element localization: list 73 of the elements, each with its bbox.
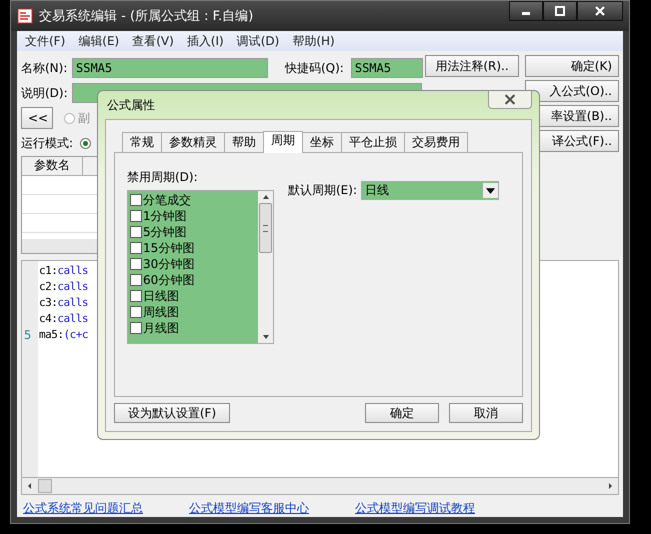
dialog-button[interactable]: 取消 — [449, 403, 523, 423]
menu-item[interactable]: 调试(D) — [232, 32, 288, 50]
side-button[interactable]: 入公式(O).. — [525, 80, 619, 102]
code-line: c4:calls — [39, 312, 88, 327]
checkbox[interactable] — [130, 306, 142, 318]
tab[interactable]: 交易费用 — [404, 132, 468, 152]
period-label: 1分钟图 — [143, 208, 187, 224]
document-icon — [17, 8, 33, 24]
period-label: 5分钟图 — [143, 224, 187, 240]
close-icon — [594, 6, 606, 16]
scroll-up-icon[interactable] — [262, 194, 270, 200]
checkbox[interactable] — [130, 274, 142, 286]
tab[interactable]: 常规 — [122, 132, 162, 152]
shortcut-field[interactable]: SSMA5 — [350, 58, 423, 78]
code-line: c1:calls — [39, 264, 88, 279]
help-link[interactable]: 公式模型编写客服中心 — [189, 500, 309, 517]
dropdown-arrow-icon — [486, 188, 495, 194]
name-label: 名称(N): — [21, 60, 68, 76]
checkbox[interactable] — [130, 290, 142, 302]
scroll-down-icon[interactable] — [262, 334, 270, 340]
column-header: 参数名 — [22, 157, 83, 175]
radio-label: 副 — [78, 110, 90, 126]
shortcut-label: 快捷码(Q): — [285, 60, 344, 76]
period-label: 30分钟图 — [143, 256, 194, 272]
menu-item[interactable]: 查看(V) — [128, 32, 183, 50]
side-button[interactable]: 确定(K) — [525, 55, 619, 77]
default-period-dropdown[interactable]: 日线 — [361, 181, 499, 200]
scroll-thumb[interactable] — [259, 203, 272, 253]
period-label: 15分钟图 — [143, 240, 194, 256]
scroll-left-icon[interactable] — [26, 482, 34, 490]
code-line: c2:calls — [39, 280, 88, 295]
dialog-title: 公式属性 — [106, 96, 155, 114]
radio-button[interactable] — [80, 138, 91, 148]
checkbox[interactable] — [130, 194, 142, 206]
window-title: 交易系统编辑 - (所属公式组 : F.自编) — [39, 8, 254, 25]
checkbox[interactable] — [130, 322, 142, 334]
close-icon — [503, 94, 517, 105]
checkbox[interactable] — [130, 210, 142, 222]
default-period-label: 默认周期(E): — [288, 182, 357, 199]
close-button[interactable] — [488, 91, 532, 109]
horizontal-scrollbar[interactable] — [21, 478, 619, 495]
period-label: 60分钟图 — [143, 272, 194, 288]
close-button[interactable] — [577, 1, 623, 21]
period-label: 分笔成交 — [143, 192, 191, 208]
line-number: 5 — [23, 328, 32, 342]
collapse-button[interactable]: << — [21, 107, 53, 129]
help-link[interactable]: 公式模型编写调试教程 — [355, 500, 475, 517]
scroll-thumb[interactable] — [38, 479, 52, 493]
vertical-scrollbar[interactable] — [258, 191, 273, 343]
scroll-right-icon[interactable] — [606, 482, 614, 490]
code-line: c3:calls — [39, 296, 88, 311]
code-line: ma5:(c+c — [39, 328, 88, 343]
menu-item[interactable]: 插入(I) — [182, 32, 233, 50]
dialog-button[interactable]: 确定 — [365, 403, 439, 423]
maximize-icon — [554, 6, 566, 16]
tab[interactable]: 周期 — [263, 131, 303, 153]
checkbox[interactable] — [130, 258, 142, 270]
menu-item[interactable]: 文件(F) — [21, 32, 74, 50]
dialog-button[interactable]: 设为默认设置(F) — [114, 403, 230, 423]
menu-item[interactable]: 编辑(E) — [74, 32, 128, 50]
maximize-button[interactable] — [543, 1, 577, 21]
menu-item[interactable]: 帮助(H) — [288, 32, 344, 50]
checkbox[interactable] — [130, 226, 142, 238]
name-field[interactable]: SSMA5 — [72, 58, 268, 78]
period-label: 月线图 — [143, 320, 179, 336]
checkbox[interactable] — [130, 242, 142, 254]
help-link[interactable]: 公式系统常见问题汇总 — [23, 500, 143, 517]
description-label: 说明(D): — [21, 84, 69, 102]
side-button[interactable]: 用法注释(R).. — [425, 55, 519, 77]
minimize-button[interactable] — [509, 1, 543, 21]
disabled-periods-label: 禁用周期(D): — [127, 169, 199, 186]
period-label: 日线图 — [143, 288, 179, 304]
period-label: 周线图 — [143, 304, 179, 320]
